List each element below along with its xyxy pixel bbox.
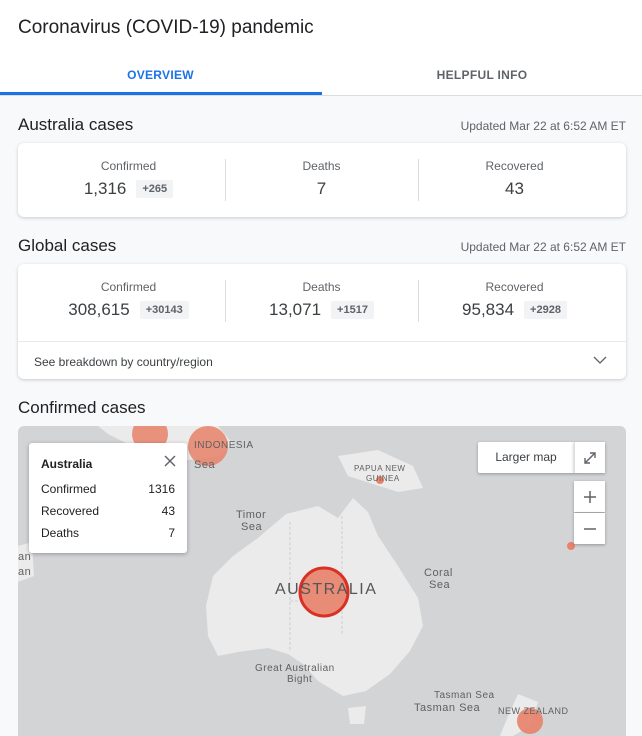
popup-row-label: Deaths	[41, 526, 80, 540]
stat-label: Deaths	[302, 159, 341, 173]
global-confirmed-stat: Confirmed 308,615 +30143	[32, 264, 225, 320]
country-info-popup: Australia Confirmed 1316 Recovered 43 De…	[29, 443, 187, 553]
stat-delta: +265	[136, 180, 174, 198]
popup-row-recovered: Recovered 43	[41, 504, 175, 518]
map-label-coral-line1: Coral	[424, 567, 453, 579]
global-updated-time: Updated Mar 22 at 6:52 AM ET	[460, 240, 626, 254]
map-label-left-fragment-1: an	[18, 551, 32, 563]
stat-value: 1,316	[83, 179, 127, 198]
land-tasmania	[348, 706, 366, 724]
map-label-australia: AUSTRALIA	[275, 581, 378, 598]
australia-deaths-stat: Deaths 7	[225, 143, 418, 199]
global-stats-card: Confirmed 308,615 +30143 Deaths 13,071 +…	[18, 264, 626, 379]
australia-recovered-stat: Recovered 43	[418, 143, 611, 199]
plus-icon	[583, 490, 596, 503]
map-label-new-zealand: NEW ZEALAND	[498, 706, 569, 716]
map-label-timor-line1: Timor	[236, 509, 267, 521]
larger-map-button[interactable]: Larger map	[478, 442, 574, 473]
map-label-gab-line2: Bight	[287, 674, 313, 685]
zoom-in-button[interactable]	[574, 481, 605, 512]
tab-helpful-info[interactable]: HELPFUL INFO	[322, 68, 642, 96]
map-label-png-line2: GUINEA	[366, 474, 400, 483]
map-label-left-fragment-2: an	[18, 566, 32, 578]
global-recovered-stat: Recovered 95,834 +2928	[418, 264, 611, 320]
stat-value: 43	[505, 179, 524, 198]
map-label-tasman-lower: Tasman Sea	[414, 702, 481, 714]
global-deaths-stat: Deaths 13,071 +1517	[225, 264, 418, 320]
popup-row-label: Recovered	[41, 504, 100, 518]
australia-stats-card: Confirmed 1,316 +265 Deaths 7 Recovered …	[18, 143, 626, 217]
stat-delta: +2928	[524, 301, 567, 319]
breakdown-label: See breakdown by country/region	[34, 355, 213, 369]
map-label-tasman-upper: Tasman Sea	[434, 690, 495, 701]
map-label-gab-line1: Great Australian	[255, 663, 335, 674]
map-label-coral-line2: Sea	[429, 579, 451, 591]
australia-cases-title: Australia cases	[18, 115, 134, 134]
map-label-sea-fragment: Sea	[194, 459, 216, 471]
stat-value: 7	[316, 179, 327, 198]
confirmed-cases-map[interactable]: INDONESIA Sea PAPUA NEW GUINEA Timor Sea…	[18, 426, 626, 736]
stat-delta: +1517	[331, 301, 374, 319]
fullscreen-button[interactable]	[574, 442, 605, 473]
page-title: Coronavirus (COVID-19) pandemic	[18, 17, 314, 38]
confirmed-cases-title: Confirmed cases	[18, 398, 146, 417]
stat-delta: +30143	[139, 301, 189, 319]
stat-value: 308,615	[68, 300, 130, 319]
stat-label: Deaths	[302, 280, 341, 294]
stat-value: 13,071	[269, 300, 322, 319]
popup-row-label: Confirmed	[41, 482, 97, 496]
app-header: Coronavirus (COVID-19) pandemic OVERVIEW…	[0, 0, 642, 96]
popup-title: Australia	[41, 457, 93, 471]
popup-row-value: 7	[168, 526, 175, 540]
global-cases-title: Global cases	[18, 236, 117, 255]
stat-label: Recovered	[485, 159, 544, 173]
australia-updated-time: Updated Mar 22 at 6:52 AM ET	[460, 119, 626, 133]
popup-row-deaths: Deaths 7	[41, 526, 175, 540]
australia-confirmed-stat: Confirmed 1,316 +265	[32, 143, 225, 199]
expand-icon	[584, 451, 596, 464]
popup-row-value: 43	[161, 504, 175, 518]
stat-label: Confirmed	[100, 280, 157, 294]
zoom-out-button[interactable]	[574, 513, 605, 544]
map-label-indonesia: INDONESIA	[194, 440, 254, 451]
breakdown-expander[interactable]: See breakdown by country/region	[18, 341, 626, 380]
stat-label: Confirmed	[100, 159, 157, 173]
stat-value: 95,834	[462, 300, 515, 319]
map-label-timor-line2: Sea	[241, 521, 263, 533]
close-icon[interactable]	[163, 454, 177, 468]
active-tab-indicator	[0, 92, 322, 95]
minus-icon	[583, 527, 596, 530]
popup-row-confirmed: Confirmed 1316	[41, 482, 175, 496]
popup-row-value: 1316	[148, 482, 175, 496]
chevron-down-icon	[593, 356, 607, 364]
stat-label: Recovered	[485, 280, 544, 294]
